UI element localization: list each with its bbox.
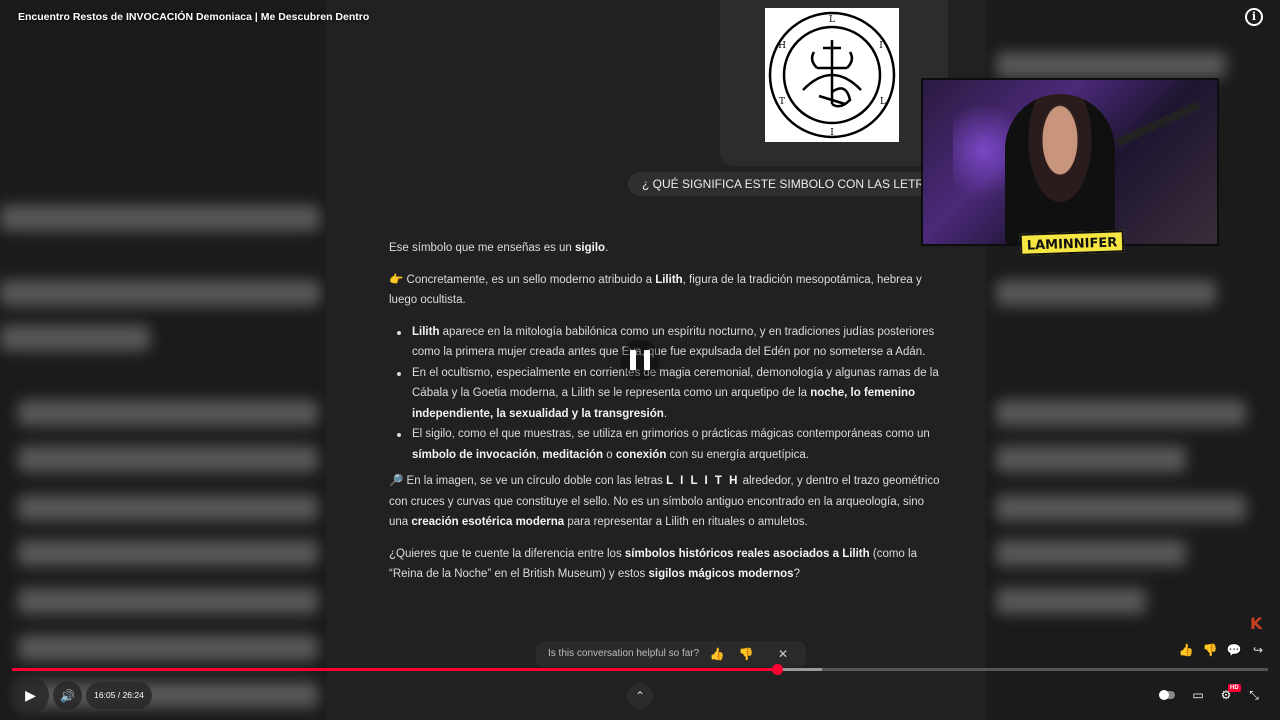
settings-button[interactable]: ⚙ HD — [1215, 683, 1241, 707]
scrubber-handle[interactable] — [771, 664, 783, 675]
video-title[interactable]: Encuentro Restos de INVOCACIÓN Demoniaca… — [18, 11, 369, 23]
autoplay-toggle[interactable] — [1155, 683, 1181, 707]
sigil-letter: H — [778, 41, 786, 51]
uploaded-image-bubble[interactable]: L I L I T H — [720, 0, 948, 166]
time-display: 16:05 / 26:24 — [86, 682, 152, 709]
lilith-sigil-image: L I L I T H — [765, 8, 899, 142]
sigil-letter: T — [779, 97, 785, 107]
webcam-overlay — [921, 78, 1219, 246]
fullscreen-exit-icon[interactable]: ⤡ — [1243, 683, 1265, 707]
assistant-answer: Ese símbolo que me enseñas es un sigilo.… — [389, 238, 945, 596]
play-button[interactable]: ▶ — [12, 677, 49, 714]
subtitles-icon[interactable]: ▭ — [1187, 683, 1209, 707]
magnifier-icon: 🔎 — [389, 475, 404, 487]
streamer-logo: LAMINNIFER — [1019, 230, 1125, 256]
volume-button[interactable]: 🔊 — [53, 681, 82, 710]
blurred-background-left — [0, 0, 326, 720]
info-icon[interactable]: i — [1245, 8, 1263, 26]
progress-bar[interactable] — [12, 664, 1268, 675]
answer-list: Lilith aparece en la mitología babilónic… — [389, 322, 945, 466]
sigil-letter: L — [880, 97, 886, 107]
share-icon[interactable]: ↪ — [1248, 640, 1268, 660]
streamer-avatar — [1005, 94, 1115, 244]
thumbs-up-icon[interactable]: 👍 — [708, 645, 726, 663]
sigil-letter: I — [879, 41, 883, 51]
channel-watermark-logo: K — [1250, 614, 1263, 633]
thumbs-down-icon[interactable]: 👎 — [737, 645, 755, 663]
answer-paragraph: 👉 Concretamente, es un sello moderno atr… — [389, 273, 922, 307]
comment-icon[interactable]: 💬 — [1224, 640, 1244, 660]
sigil-letter: I — [830, 128, 834, 138]
hd-badge: HD — [1228, 684, 1241, 692]
chevron-up-icon[interactable]: ⌃ — [627, 683, 653, 709]
sigil-letter: L — [829, 15, 835, 25]
like-icon[interactable]: 👍 — [1176, 640, 1196, 660]
list-item: El sigilo, como el que muestras, se util… — [389, 424, 945, 465]
pointing-hand-icon: 👉 — [389, 273, 404, 286]
microphone-arm — [1115, 101, 1201, 147]
dislike-icon[interactable]: 👎 — [1200, 640, 1220, 660]
answer-paragraph: Ese símbolo que me enseñas es un sigilo. — [389, 242, 609, 254]
pause-icon[interactable] — [620, 340, 660, 380]
answer-paragraph: 🔎 En la imagen, se ve un círculo doble c… — [389, 475, 940, 528]
feedback-bar: Is this conversation helpful so far? 👍 👎… — [536, 641, 806, 667]
list-item: En el ocultismo, especialmente en corrie… — [389, 363, 945, 425]
list-item: Lilith aparece en la mitología babilónic… — [389, 322, 945, 363]
volume-icon: 🔊 — [60, 688, 75, 703]
close-icon[interactable]: ✕ — [774, 645, 792, 663]
video-actions: 👍 👎 💬 ↪ — [1176, 640, 1268, 660]
feedback-question: Is this conversation helpful so far? — [548, 648, 700, 659]
play-icon: ▶ — [25, 687, 36, 703]
answer-paragraph: ¿Quieres que te cuente la diferencia ent… — [389, 547, 917, 581]
right-controls: ▭ ⚙ HD ⤡ — [1155, 683, 1265, 707]
played-bar — [12, 668, 777, 671]
